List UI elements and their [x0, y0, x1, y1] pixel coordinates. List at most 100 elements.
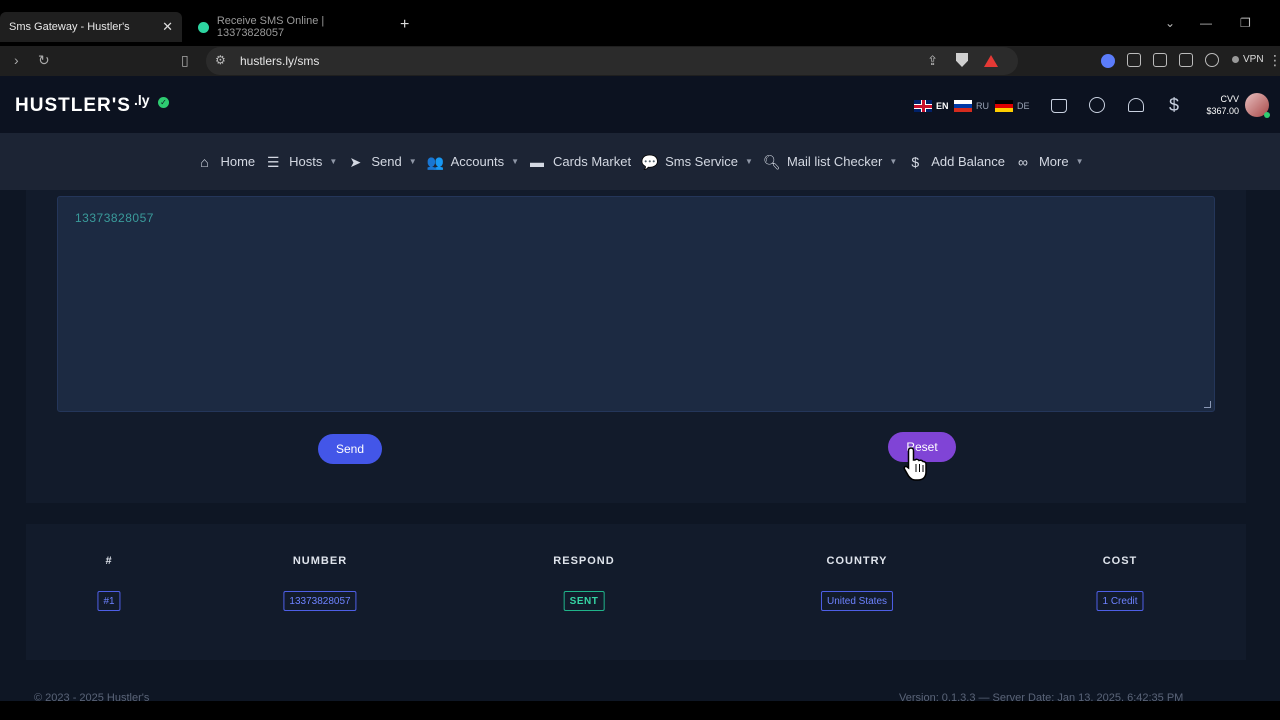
resize-handle-icon[interactable]: [1204, 401, 1211, 408]
home-icon: ⌂: [200, 153, 209, 170]
table-header-number: NUMBER: [292, 555, 348, 567]
language-code: RU: [976, 101, 989, 111]
nav-label: Home: [220, 154, 256, 169]
bell-icon[interactable]: [1128, 98, 1144, 112]
tab-title: Receive SMS Online | 13373828057: [216, 15, 325, 39]
url-text[interactable]: hustlers.ly/sms: [240, 54, 319, 68]
cell-number-badge: 13373828057: [283, 591, 357, 611]
bottom-edge: [0, 701, 1280, 720]
cart-icon[interactable]: [1051, 99, 1067, 113]
cell-index-badge: #1: [97, 591, 121, 611]
logo[interactable]: HUSTLER'S: [15, 95, 131, 117]
vpn-status-icon: [1232, 56, 1239, 63]
table-header-respond: RESPOND: [553, 555, 615, 567]
reload-icon[interactable]: ↻: [38, 52, 50, 69]
nav-item-mail-list-checker[interactable]: 🔍︎ Mail list Checker ▼: [763, 154, 897, 169]
browser-tab-bar: Sms Gateway - Hustler's ✕ Receive SMS On…: [0, 0, 1280, 46]
nav-label: More: [1038, 154, 1069, 169]
new-tab-icon[interactable]: +: [400, 16, 409, 34]
language-ru[interactable]: RU: [954, 100, 989, 112]
sidebar-icon[interactable]: [1153, 53, 1167, 67]
browser-tab-inactive[interactable]: Receive SMS Online | 13373828057: [192, 12, 392, 42]
send-button[interactable]: Send: [318, 434, 382, 464]
textarea-value: 13373828057: [75, 211, 154, 225]
logo-suffix: .ly: [134, 92, 150, 108]
chevron-down-icon: ▼: [745, 157, 753, 166]
hand-cursor-icon: [903, 447, 927, 481]
language-code: EN: [936, 101, 949, 111]
cell-cost-badge: 1 Credit: [1096, 591, 1144, 611]
brave-rewards-icon[interactable]: [984, 55, 998, 67]
site-header: HUSTLER'S .ly ✓ EN RU DE $ CVV $367.00: [0, 76, 1280, 133]
nav-item-home[interactable]: ⌂ Home: [196, 154, 255, 169]
nav-item-send[interactable]: ➤ Send ▼: [347, 154, 416, 169]
tab-title: Sms Gateway - Hustler's: [9, 21, 130, 33]
wallet-icon[interactable]: [1179, 53, 1193, 67]
dollar-icon: $: [911, 153, 920, 170]
address-bar[interactable]: ⚙ hustlers.ly/sms ⇪: [206, 47, 1018, 75]
leo-ai-icon[interactable]: [1205, 53, 1219, 67]
language-de[interactable]: DE: [995, 100, 1030, 112]
chevron-down-icon: ▼: [329, 157, 338, 166]
share-icon[interactable]: ⇪: [927, 53, 938, 69]
chat-icon[interactable]: [1089, 97, 1105, 113]
language-en[interactable]: EN: [914, 100, 949, 112]
table-header-index: #: [105, 555, 113, 567]
sms-icon: 💬: [641, 153, 659, 170]
nav-label: Hosts: [289, 154, 323, 169]
tab-search-chevron-icon[interactable]: ⌄: [1165, 16, 1175, 30]
main-nav: ⌂ Home ☰ Hosts ▼ ➤ Send ▼ 👥 Accounts ▼ ▬…: [0, 133, 1280, 190]
vpn-label: VPN: [1243, 54, 1264, 65]
paper-plane-icon: ➤: [349, 153, 362, 170]
online-status-icon: [1264, 112, 1270, 118]
nav-label: Accounts: [450, 154, 505, 169]
nav-label: Sms Service: [665, 154, 739, 169]
restore-window-icon[interactable]: ❐: [1240, 16, 1251, 30]
chevron-down-icon: ▼: [1075, 157, 1084, 166]
dollar-icon[interactable]: $: [1166, 96, 1182, 114]
extension-badge-icon[interactable]: [1101, 54, 1115, 68]
nav-item-more[interactable]: ∞ More ▼: [1015, 154, 1084, 169]
table-header-cost: COST: [1102, 555, 1138, 567]
users-icon: 👥: [426, 153, 445, 170]
message-textarea[interactable]: 13373828057: [57, 196, 1215, 412]
site-settings-icon[interactable]: ⚙: [215, 53, 226, 67]
balance-display[interactable]: CVV $367.00: [1201, 93, 1239, 117]
cell-country-badge: United States: [820, 591, 894, 611]
nav-label: Mail list Checker: [786, 154, 883, 169]
browser-menu-icon[interactable]: ⋮: [1268, 52, 1280, 69]
results-table-card: [26, 524, 1246, 660]
germany-flag-icon: [995, 100, 1013, 112]
server-icon: ☰: [266, 153, 280, 170]
nav-item-add-balance[interactable]: $ Add Balance: [907, 154, 1005, 169]
balance-value: $367.00: [1206, 106, 1239, 116]
site-favicon-icon: [198, 21, 209, 33]
close-tab-icon[interactable]: ✕: [162, 19, 173, 35]
chevron-down-icon: ▼: [511, 157, 520, 166]
credit-card-icon: ▬: [530, 153, 545, 170]
table-header-country: COUNTRY: [826, 555, 888, 567]
balance-label: CVV: [1220, 94, 1239, 104]
cell-status-badge: SENT: [563, 591, 605, 611]
nav-label: Cards Market: [553, 154, 632, 169]
nav-label: Add Balance: [931, 154, 1005, 169]
chevron-down-icon: ▼: [889, 157, 898, 166]
chevron-down-icon: ▼: [408, 157, 417, 166]
verified-check-icon: ✓: [158, 97, 169, 108]
link-icon: ∞: [1017, 153, 1028, 170]
language-code: DE: [1017, 101, 1030, 111]
forward-icon[interactable]: ›: [14, 52, 19, 68]
nav-label: Send: [371, 154, 402, 169]
nav-item-sms-service[interactable]: 💬 Sms Service ▼: [641, 154, 753, 169]
minimize-window-icon[interactable]: —: [1200, 16, 1212, 30]
extensions-icon[interactable]: [1127, 53, 1141, 67]
browser-toolbar: › ↻ ▯ ⚙ hustlers.ly/sms ⇪: [0, 46, 1280, 76]
browser-tab-active[interactable]: Sms Gateway - Hustler's ✕: [0, 12, 182, 42]
uk-flag-icon: [914, 100, 932, 112]
vpn-button[interactable]: VPN: [1232, 54, 1264, 65]
brave-shield-icon[interactable]: [956, 53, 968, 67]
bookmark-icon[interactable]: ▯: [181, 52, 189, 69]
nav-item-cards-market[interactable]: ▬ Cards Market: [529, 154, 631, 169]
nav-item-hosts[interactable]: ☰ Hosts ▼: [265, 154, 337, 169]
nav-item-accounts[interactable]: 👥 Accounts ▼: [427, 154, 519, 169]
